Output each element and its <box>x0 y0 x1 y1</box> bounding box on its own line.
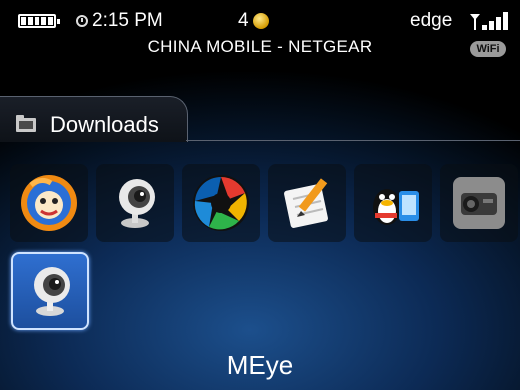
folder-tab-divider <box>186 140 520 141</box>
app-notes[interactable] <box>268 164 346 242</box>
notification-dot-icon[interactable] <box>253 13 269 29</box>
status-time: 2:15 PM <box>92 10 163 31</box>
webcam-icon <box>119 179 155 228</box>
selected-app-label: MEye <box>226 350 294 380</box>
alarm-clock-icon <box>76 15 88 27</box>
app-uc-browser[interactable] <box>10 164 88 242</box>
app-qq[interactable] <box>354 164 432 242</box>
app-video-camera[interactable] <box>440 164 518 242</box>
folder-label: Downloads <box>50 112 159 137</box>
folder-icon <box>16 115 36 132</box>
meye-webcam-icon <box>34 267 70 316</box>
signal-strength-icon <box>470 12 508 30</box>
notes-pencil-icon <box>284 178 328 228</box>
app-webcam[interactable] <box>96 164 174 242</box>
home-screen: 2:15 PM 4 CHINA MOBILE - NETGEAR edge Wi… <box>0 0 520 390</box>
video-camera-icon <box>453 177 505 229</box>
status-bar: 2:15 PM 4 CHINA MOBILE - NETGEAR edge Wi… <box>0 0 520 72</box>
wifi-badge: WiFi <box>470 41 506 57</box>
app-aperture[interactable] <box>182 164 260 242</box>
battery-icon <box>18 14 60 28</box>
notification-count[interactable]: 4 <box>238 10 249 32</box>
qq-penguin-icon <box>373 189 419 225</box>
uc-browser-icon <box>21 175 77 231</box>
app-meye[interactable] <box>11 252 89 330</box>
aperture-camera-icon <box>193 175 249 231</box>
network-type: edge <box>410 10 453 31</box>
carrier-name: CHINA MOBILE - NETGEAR <box>147 37 373 56</box>
